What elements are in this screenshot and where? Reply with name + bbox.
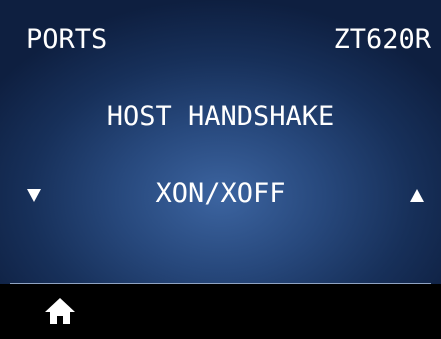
- setting-value: XON/XOFF: [155, 178, 286, 209]
- setting-name: HOST HANDSHAKE: [106, 101, 335, 132]
- printer-model: ZT620R: [333, 24, 431, 55]
- home-icon: [45, 298, 75, 324]
- menu-section-title: PORTS: [26, 24, 108, 55]
- printer-display: PORTS ZT620R HOST HANDSHAKE XON/XOFF: [0, 0, 441, 339]
- home-button[interactable]: [44, 296, 76, 326]
- up-arrow-icon[interactable]: [410, 189, 424, 202]
